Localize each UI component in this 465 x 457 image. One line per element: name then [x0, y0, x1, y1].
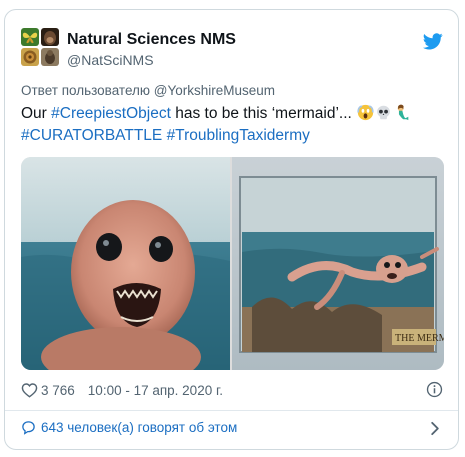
avatar-bird-tile: [41, 48, 59, 66]
like-count[interactable]: 3 766: [41, 383, 75, 398]
author-name[interactable]: Natural Sciences NMS: [67, 31, 236, 49]
tweet-card: Natural Sciences NMS @NatSciNMS Ответ по…: [4, 9, 459, 450]
speech-bubble-icon: [22, 421, 35, 435]
avatar[interactable]: [21, 28, 59, 66]
info-icon[interactable]: [426, 381, 443, 398]
chevron-right-icon[interactable]: [430, 421, 440, 436]
author-handle[interactable]: @NatSciNMS: [67, 52, 154, 68]
merperson-icon: [397, 104, 409, 121]
screaming-face-icon: [357, 104, 374, 121]
avatar-shell-tile: [21, 48, 39, 66]
display-case-label: THE MERMA: [395, 333, 444, 344]
divider: [5, 410, 458, 411]
conversation-link-label[interactable]: 643 человек(а) говорят об этом: [41, 420, 237, 435]
hashtag-curatorbattle[interactable]: #CURATORBATTLE: [21, 127, 162, 144]
avatar-butterfly-tile: [21, 28, 39, 46]
hashtag-troublingtaxidermy[interactable]: #TroublingTaxidermy: [167, 127, 310, 144]
tweet-timestamp[interactable]: 10:00 - 17 апр. 2020 г.: [88, 383, 223, 398]
tweet-meta: 3 766 10:00 - 17 апр. 2020 г.: [21, 382, 223, 398]
twitter-bird-icon[interactable]: [423, 33, 443, 50]
tweet-media: THE MERMA: [21, 157, 444, 370]
mermaid-face-closeup-image[interactable]: [21, 157, 230, 370]
heart-icon[interactable]: [21, 382, 38, 398]
mermaid-display-case-image[interactable]: THE MERMA: [232, 157, 444, 370]
hashtag-creepiestobject[interactable]: #CreepiestObject: [51, 105, 171, 122]
text-segment: has to be this ‘mermaid’...: [170, 105, 357, 122]
avatar-ape-tile: [41, 28, 59, 46]
conversation-link[interactable]: 643 человек(а) говорят об этом: [21, 420, 237, 435]
reply-context[interactable]: Ответ пользователю @YorkshireMuseum: [21, 83, 275, 98]
text-segment: Our: [21, 105, 52, 122]
tweet-text: Our #CreepiestObject has to be this ‘mer…: [21, 103, 441, 147]
skull-icon: [377, 105, 391, 120]
